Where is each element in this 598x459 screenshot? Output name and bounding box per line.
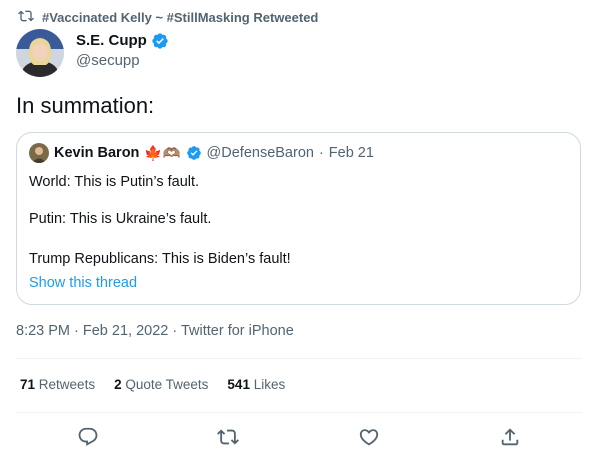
quoted-tweet-card[interactable]: Kevin Baron 🍁🫶🏽 @DefenseBaron · Feb 21 W… (16, 132, 581, 305)
like-icon[interactable] (358, 426, 380, 448)
retweets-label: Retweets (38, 377, 96, 392)
quotes-count: 2 (114, 377, 122, 392)
likes-count: 541 (227, 377, 250, 392)
quoted-text-line: World: This is Putin’s fault. (29, 174, 200, 190)
quoted-handle[interactable]: @DefenseBaron (207, 145, 314, 161)
divider (16, 412, 582, 413)
show-thread-link[interactable]: Show this thread (29, 275, 137, 291)
retweet-icon[interactable] (217, 426, 239, 448)
quoted-display-name[interactable]: Kevin Baron (54, 145, 139, 161)
author-display-name[interactable]: S.E. Cupp (76, 31, 147, 51)
quoted-avatar[interactable] (29, 143, 49, 163)
reply-icon[interactable] (77, 426, 99, 448)
quotes-label: Quote Tweets (125, 377, 209, 392)
retweet-context[interactable]: #Vaccinated Kelly ~ #StillMasking Retwee… (18, 7, 318, 27)
quoted-date[interactable]: Feb 21 (329, 145, 374, 161)
engagement-stats: 71 Retweets 2 Quote Tweets 541 Likes (20, 377, 285, 392)
author-handle[interactable]: @secupp (76, 51, 169, 71)
verified-icon (151, 32, 169, 50)
quoted-text-line: Trump Republicans: This is Biden’s fault… (29, 251, 291, 267)
share-icon[interactable] (499, 426, 521, 448)
likes-label: Likes (253, 377, 286, 392)
quoted-separator: · (318, 145, 324, 161)
likes-stat[interactable]: 541 Likes (227, 377, 285, 392)
quote-tweets-stat[interactable]: 2 Quote Tweets (114, 377, 208, 392)
quoted-text-line: Putin: This is Ukraine’s fault. (29, 211, 212, 227)
retweets-count: 71 (20, 377, 36, 392)
retweet-icon (18, 8, 34, 27)
avatar[interactable] (16, 29, 64, 77)
verified-icon (186, 145, 202, 161)
quoted-tweet-header: Kevin Baron 🍁🫶🏽 @DefenseBaron · Feb 21 (29, 143, 374, 163)
quoted-emojis: 🍁🫶🏽 (144, 145, 181, 162)
retweets-stat[interactable]: 71 Retweets (20, 377, 95, 392)
tweet-text: In summation: (16, 93, 155, 118)
author-block[interactable]: S.E. Cupp @secupp (76, 31, 169, 71)
divider (16, 358, 582, 359)
retweet-context-label: #Vaccinated Kelly ~ #StillMasking Retwee… (42, 9, 319, 25)
tweet-timestamp[interactable]: 8:23 PM · Feb 21, 2022 · Twitter for iPh… (16, 323, 294, 339)
